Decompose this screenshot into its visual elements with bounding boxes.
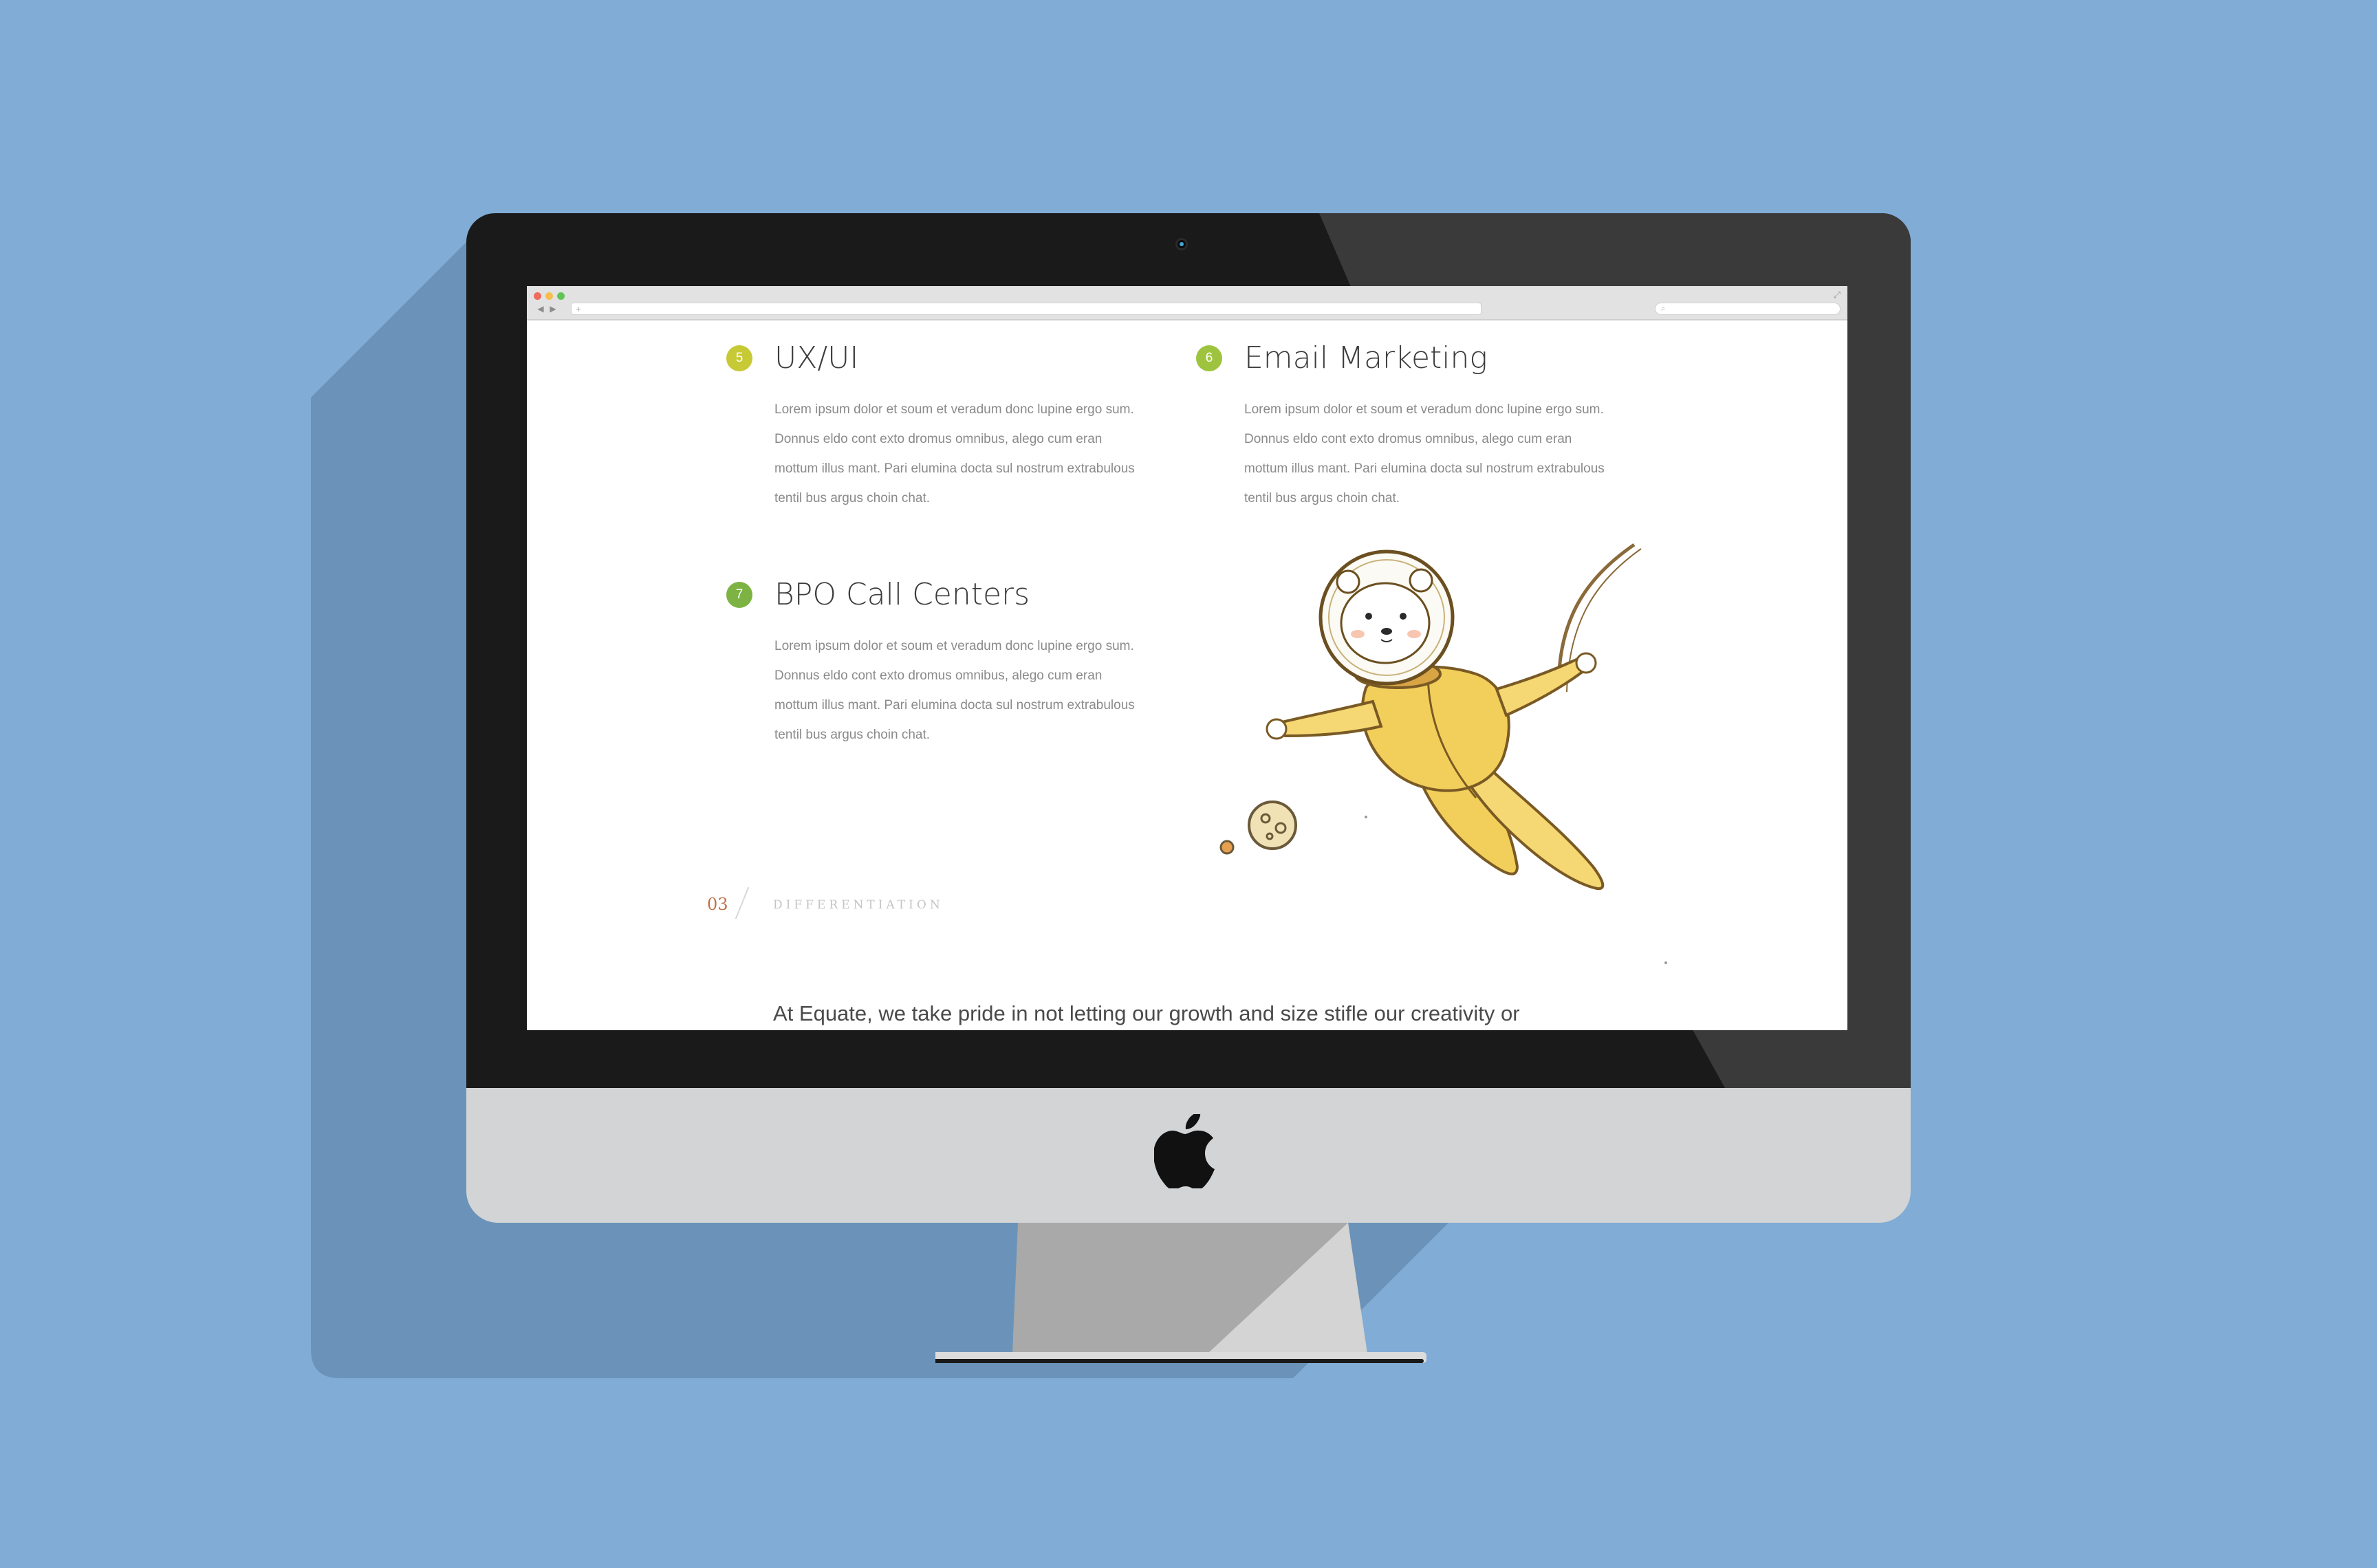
close-window-button[interactable] (534, 292, 541, 300)
browser-search-input[interactable]: ⌕ (1655, 303, 1841, 315)
service-title: UX/UI (774, 340, 859, 375)
section-divider (735, 886, 750, 919)
service-number-badge: 7 (726, 582, 752, 608)
service-number-badge: 5 (726, 345, 752, 371)
search-icon: ⌕ (1661, 305, 1666, 313)
forward-arrow-icon[interactable]: ▶ (546, 303, 560, 315)
address-bar[interactable]: + (571, 303, 1481, 315)
maximize-window-button[interactable] (557, 292, 565, 300)
add-icon: + (576, 303, 582, 314)
minimize-window-button[interactable] (545, 292, 553, 300)
camera-icon (1175, 238, 1188, 250)
section-number: 03 (707, 895, 728, 914)
service-description: Lorem ipsum dolor et soum et veradum don… (774, 639, 1135, 742)
service-description: Lorem ipsum dolor et soum et veradum don… (774, 402, 1135, 505)
fullscreen-icon[interactable]: ⤢ (1834, 290, 1841, 300)
service-description: Lorem ipsum dolor et soum et veradum don… (1244, 402, 1605, 505)
service-title: BPO Call Centers (774, 577, 1030, 612)
section-intro-text: At Equate, we take pride in not letting … (773, 1001, 1520, 1025)
astronaut-bear-illustration (1219, 543, 1667, 964)
browser-toolbar: ◀ ▶ + ⌕ ⤢ (527, 286, 1847, 320)
service-title: Email Marketing (1244, 340, 1488, 375)
monitor-stand (935, 1223, 1426, 1363)
section-label: DIFFERENTIATION (773, 898, 944, 912)
browser-window: ◀ ▶ + ⌕ ⤢ 5 UX/UI Lorem ipsum dolor et s… (527, 286, 1847, 1030)
back-arrow-icon[interactable]: ◀ (534, 303, 547, 315)
service-number-badge: 6 (1196, 345, 1222, 371)
apple-logo (1154, 1114, 1215, 1188)
